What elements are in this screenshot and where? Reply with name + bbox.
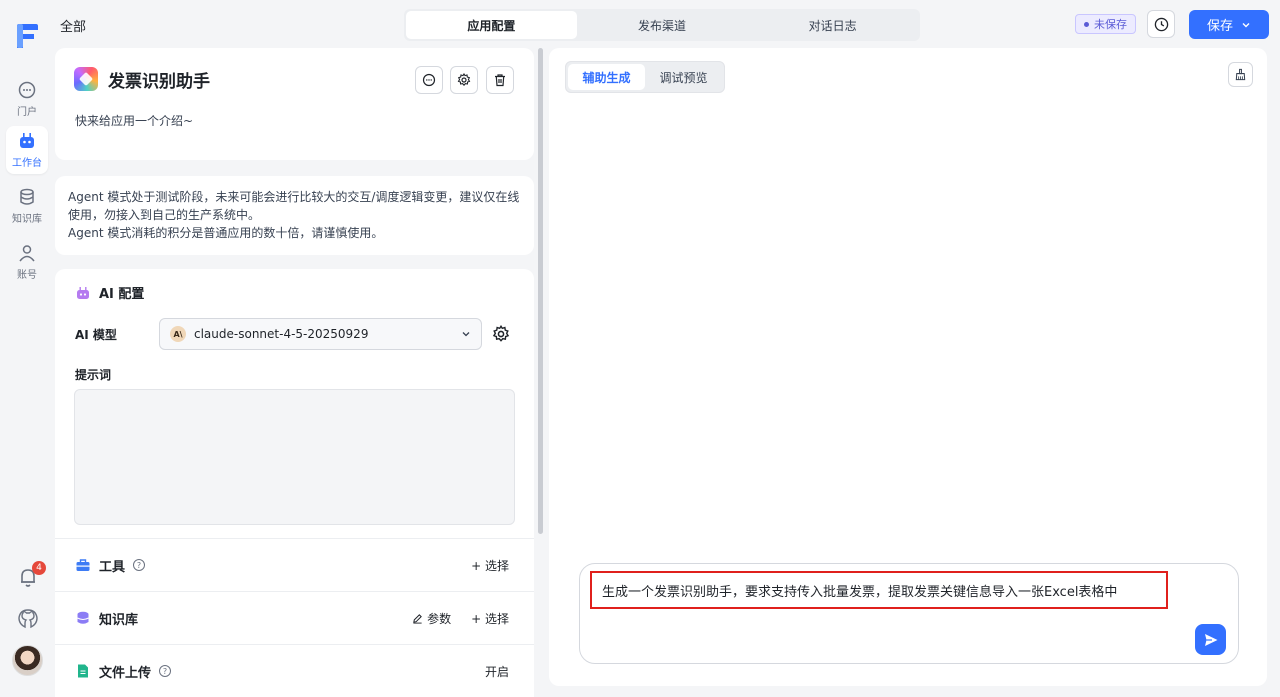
nav-label: 门户: [17, 107, 37, 118]
chevron-down-icon: [462, 332, 470, 337]
file-upload-row: 文件上传 ? 开启: [55, 644, 534, 697]
notice-text: Agent 模式处于测试阶段，未来可能会进行比较大的交互/调度逻辑变更，建议仅在…: [68, 188, 528, 242]
model-label: AI 模型: [75, 328, 117, 342]
unsaved-label: 未保存: [1094, 18, 1127, 31]
nav-item-account[interactable]: 账号: [6, 238, 48, 286]
save-label: 保存: [1206, 19, 1233, 34]
nav-item-workbench[interactable]: 工作台: [6, 126, 48, 174]
model-value: claude-sonnet-4-5-20250929: [194, 327, 369, 341]
header-tabs: 应用配置 发布渠道 对话日志: [404, 9, 920, 41]
unsaved-badge: 未保存: [1075, 14, 1136, 34]
app-title[interactable]: 发票识别助手: [108, 67, 210, 92]
tab-assisted-generation[interactable]: 辅助生成: [568, 64, 645, 90]
anthropic-logo-icon: A\: [170, 326, 186, 342]
help-icon[interactable]: ?: [159, 665, 172, 677]
tab-app-config[interactable]: 应用配置: [406, 11, 577, 39]
chat-icon: [18, 81, 36, 99]
knowledge-title: 知识库: [75, 609, 392, 628]
tools-title: 工具 ?: [75, 556, 451, 575]
knowledge-params-button[interactable]: 参数: [412, 610, 451, 627]
delete-app-button[interactable]: [486, 66, 514, 94]
tools-select-button[interactable]: + 选择: [471, 557, 509, 574]
help-icon[interactable]: ?: [133, 559, 146, 571]
agent-mode-notice: Agent 模式处于测试阶段，未来可能会进行比较大的交互/调度逻辑变更，建议仅在…: [55, 176, 534, 255]
left-panel-scrollbar[interactable]: [538, 48, 543, 534]
nav-label: 知识库: [12, 214, 42, 225]
file-upload-toggle[interactable]: 开启: [485, 663, 509, 680]
robot-icon: [20, 133, 34, 148]
chat-preview-button[interactable]: [415, 66, 443, 94]
trash-icon: [495, 74, 505, 87]
app-settings-button[interactable]: [450, 66, 478, 94]
params-label: 参数: [427, 611, 452, 626]
nav-label: 工作台: [12, 158, 42, 169]
chat-input-box: 生成一个发票识别助手，要求支持传入批量发票，提取发票关键信息导入一张Excel表…: [579, 563, 1239, 664]
tab-chat-logs[interactable]: 对话日志: [747, 11, 918, 39]
robot-icon: [77, 286, 89, 299]
toolbox-icon: [76, 559, 90, 571]
nav-label: 账号: [17, 270, 37, 281]
knowledge-row: 知识库 参数 + 选择: [55, 591, 534, 644]
tab-debug-preview[interactable]: 调试预览: [645, 64, 722, 90]
clear-chat-button[interactable]: [1228, 62, 1253, 87]
edit-icon: [413, 613, 422, 624]
github-icon[interactable]: [17, 608, 39, 630]
send-button[interactable]: [1195, 624, 1226, 655]
status-dot-icon: [1084, 21, 1089, 27]
save-button[interactable]: 保存: [1189, 10, 1269, 39]
chat-bubble-icon: [422, 73, 436, 87]
tools-label: 工具: [99, 559, 126, 575]
breadcrumb[interactable]: 全部: [60, 16, 86, 35]
assistant-tabs: 辅助生成 调试预览: [565, 61, 725, 93]
history-button[interactable]: [1147, 10, 1175, 38]
model-select[interactable]: A\ claude-sonnet-4-5-20250929: [159, 318, 482, 350]
tab-publish-channel[interactable]: 发布渠道: [577, 11, 748, 39]
chevron-down-icon: [1242, 22, 1250, 27]
ai-config-title: AI 配置: [75, 283, 144, 302]
file-icon: [78, 664, 88, 678]
app-icon[interactable]: [74, 67, 98, 91]
notice-line-2: Agent 模式消耗的积分是普通应用的数十倍，请谨慎使用。: [68, 226, 384, 240]
notice-line-1: Agent 模式处于测试阶段，未来可能会进行比较大的交互/调度逻辑变更，建议仅在…: [68, 190, 520, 222]
nav-item-knowledge[interactable]: 知识库: [6, 182, 48, 230]
file-upload-label: 文件上传: [99, 665, 152, 681]
clock-icon: [1154, 17, 1168, 31]
knowledge-select-button[interactable]: + 选择: [471, 610, 509, 627]
model-settings-gear-icon[interactable]: [492, 325, 510, 343]
tools-row: 工具 ? + 选择: [55, 538, 534, 591]
send-icon: [1204, 633, 1217, 646]
broom-icon: [1235, 68, 1246, 81]
database-icon: [20, 188, 34, 205]
app-info-card: 发票识别助手 快来给应用一个介绍~: [55, 48, 534, 160]
knowledge-label: 知识库: [99, 612, 139, 628]
gear-icon: [457, 73, 471, 87]
nav-item-portal[interactable]: 门户: [6, 75, 48, 123]
assistant-input[interactable]: 生成一个发票识别助手，要求支持传入批量发票，提取发票关键信息导入一张Excel表…: [590, 571, 1168, 609]
ai-config-label: AI 配置: [99, 287, 145, 302]
app-description[interactable]: 快来给应用一个介绍~: [75, 112, 193, 129]
left-nav-rail: 门户 工作台 知识库 账号 4: [0, 0, 54, 697]
notification-badge: 4: [32, 561, 46, 575]
prompt-label: 提示词: [75, 368, 112, 382]
file-upload-title: 文件上传 ?: [75, 662, 465, 681]
database-icon: [77, 611, 89, 624]
avatar[interactable]: [12, 645, 43, 676]
assistant-panel: 辅助生成 调试预览 生成一个发票识别助手，要求支持传入批量发票，提取发票关键信息…: [549, 48, 1267, 686]
prompt-textarea[interactable]: [74, 389, 515, 525]
user-icon: [19, 245, 35, 262]
ai-config-card: AI 配置 AI 模型 A\ claude-sonnet-4-5-2025092…: [55, 269, 534, 697]
app-logo[interactable]: [14, 22, 40, 50]
